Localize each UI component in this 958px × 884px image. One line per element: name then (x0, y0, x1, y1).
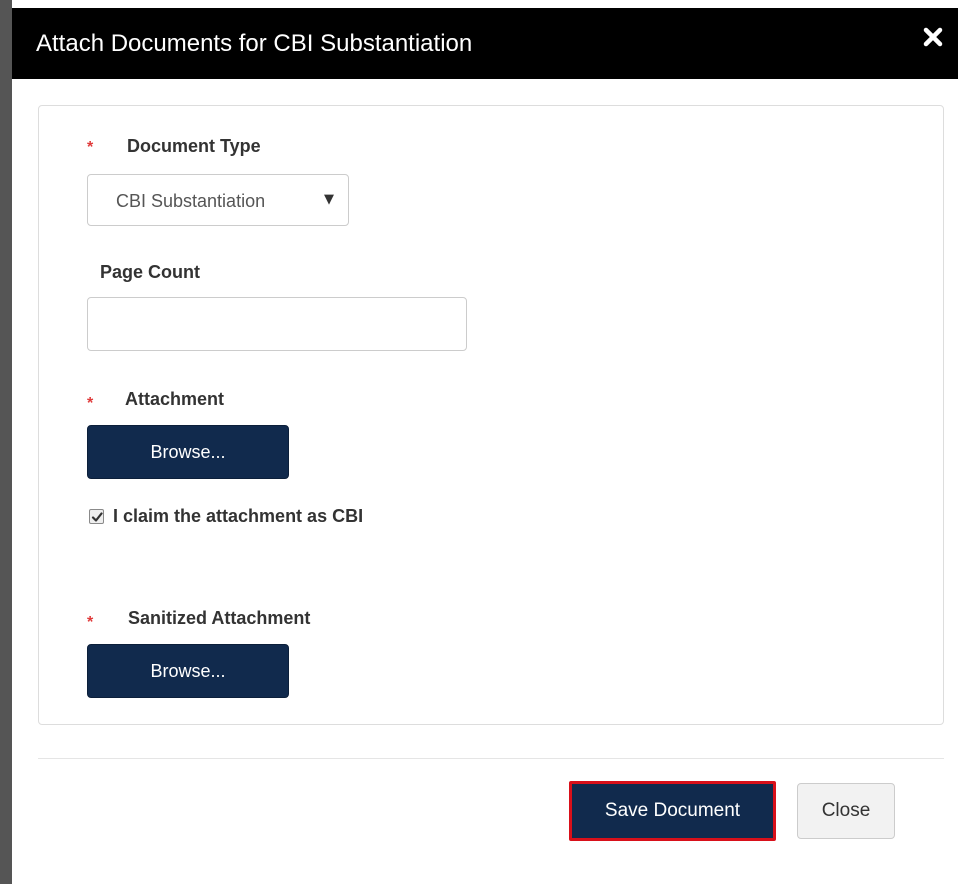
attachment-label: Attachment (125, 389, 225, 409)
form-panel: * Document Type CBI Substantiation ▼ Pag… (38, 105, 944, 725)
attachment-browse-button[interactable]: Browse... (87, 425, 289, 479)
required-marker: * (87, 395, 94, 412)
document-type-select[interactable]: CBI Substantiation ▼ (87, 174, 349, 226)
chevron-down-icon: ▼ (324, 192, 334, 207)
save-document-button[interactable]: Save Document (569, 781, 776, 841)
sanitized-attachment-browse-button[interactable]: Browse... (87, 644, 289, 698)
document-type-label: Document Type (127, 136, 261, 156)
sanitized-attachment-label: Sanitized Attachment (128, 608, 311, 628)
required-marker: * (87, 139, 94, 156)
attach-documents-modal: Attach Documents for CBI Substantiation … (12, 8, 958, 884)
page-count-input[interactable] (87, 297, 467, 351)
modal-title: Attach Documents for CBI Substantiation (36, 30, 473, 57)
checkmark-icon (91, 512, 103, 522)
close-x-icon[interactable] (922, 26, 944, 48)
document-type-selected: CBI Substantiation (116, 191, 266, 211)
page-backdrop (0, 0, 12, 884)
footer-divider (38, 758, 944, 759)
cbi-claim-label: I claim the attachment as CBI (113, 506, 364, 526)
page-count-label: Page Count (100, 262, 201, 282)
cbi-claim-checkbox[interactable] (89, 509, 104, 524)
close-button[interactable]: Close (797, 783, 895, 839)
modal-header: Attach Documents for CBI Substantiation (12, 8, 958, 79)
required-marker: * (87, 614, 94, 631)
